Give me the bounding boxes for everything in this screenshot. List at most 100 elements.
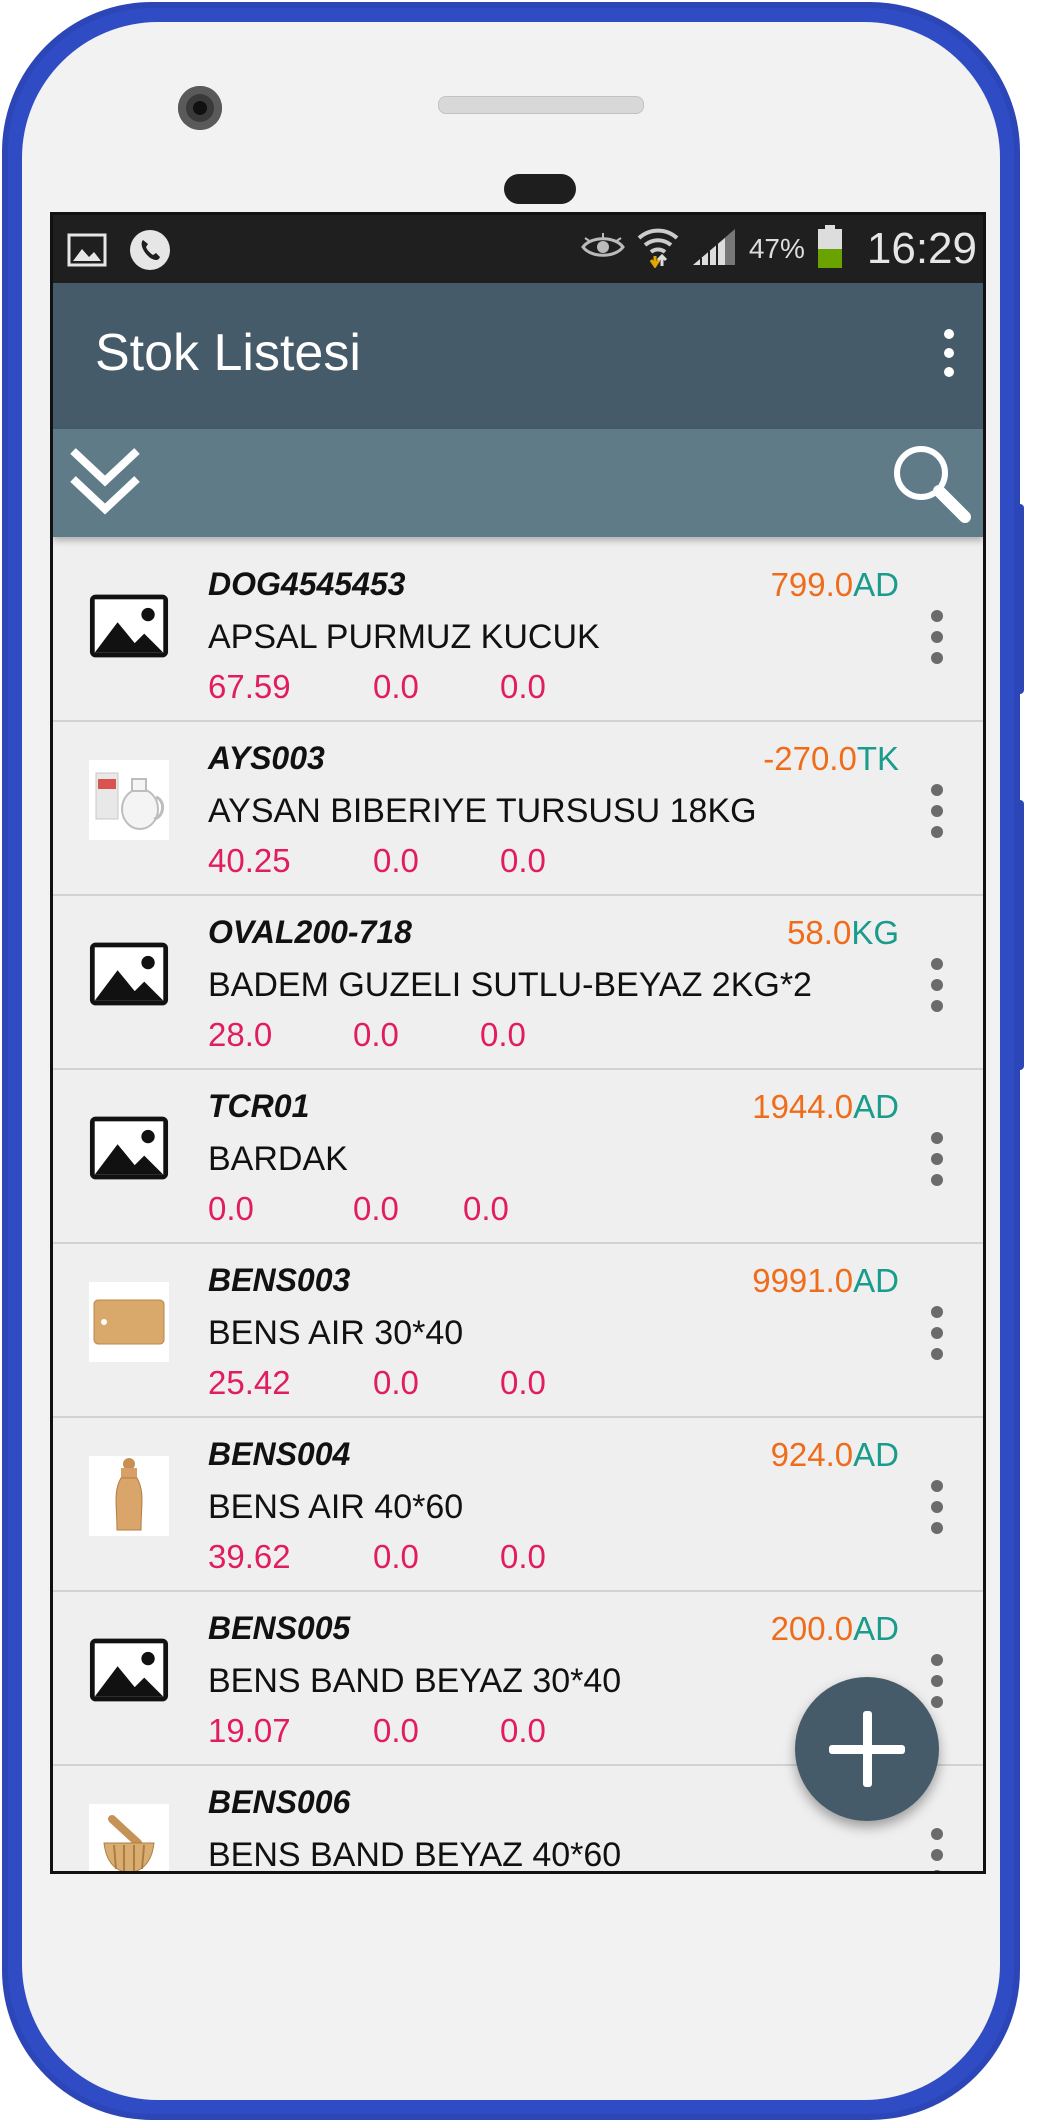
item-code: BENS004 [208, 1436, 351, 1472]
price-1: 67.59 [208, 668, 291, 705]
quantity-unit: AD [853, 1262, 899, 1299]
price-1: 28.0 [208, 1016, 273, 1053]
price-3: 0.0 [500, 668, 546, 705]
price-2: 0.0 [353, 1016, 399, 1053]
image-placeholder-icon [89, 586, 169, 666]
price-3: 0.0 [500, 1538, 546, 1575]
row-more-vert-icon[interactable] [929, 1306, 945, 1369]
price-2: 0.0 [373, 1712, 419, 1749]
price-2: 0.0 [373, 668, 419, 705]
add-icon[interactable] [795, 1677, 939, 1821]
app-screen: 47% 16:29 Stok Listesi DOG4545453 799.0AD… [50, 212, 986, 1874]
row-more-vert-icon[interactable] [929, 784, 945, 847]
quantity-value: 9991.0 [752, 1262, 854, 1299]
item-code: BENS005 [208, 1610, 351, 1646]
phone-call-icon [129, 229, 171, 276]
quantity-value: 799.0 [770, 566, 854, 603]
price-1: 19.07 [208, 1712, 291, 1749]
item-code: AYS003 [208, 740, 325, 776]
clock: 16:29 [866, 224, 977, 273]
more-vert-icon[interactable] [939, 329, 959, 389]
double-chevron-down-icon[interactable] [65, 441, 145, 526]
row-more-vert-icon[interactable] [929, 1480, 945, 1543]
signal-icon [691, 227, 737, 272]
item-quantity: 799.0AD [771, 566, 899, 604]
filter-toolbar [53, 429, 983, 537]
eye-icon [580, 232, 625, 267]
list-item[interactable]: TCR01 1944.0AD BARDAK 0.0 0.0 0.0 [53, 1070, 983, 1244]
battery-icon [817, 224, 843, 274]
price-3: 0.0 [480, 1016, 526, 1053]
item-code: DOG4545453 [208, 566, 406, 602]
row-more-vert-icon[interactable] [929, 610, 945, 673]
row-more-vert-icon[interactable] [929, 1132, 945, 1195]
battery-percent: 47% [748, 233, 805, 264]
price-2: 0.0 [353, 1190, 399, 1227]
quantity-unit: TK [856, 740, 899, 777]
product-thumbnail [89, 1804, 169, 1871]
earpiece [504, 174, 576, 204]
item-code: BENS003 [208, 1262, 351, 1298]
quantity-value: 1944.0 [752, 1088, 854, 1125]
row-more-vert-icon[interactable] [929, 1654, 945, 1717]
image-placeholder-icon [89, 1108, 169, 1188]
item-code: BENS006 [208, 1784, 351, 1820]
list-item[interactable]: OVAL200-718 58.0KG BADEM GUZELI SUTLU-BEYA… [53, 896, 983, 1070]
price-1: 40.25 [208, 842, 291, 879]
item-name: BENS BAND BEYAZ 40*60 [208, 1836, 622, 1874]
product-thumbnail [89, 1456, 169, 1536]
item-code: OVAL200-718 [208, 914, 412, 950]
quantity-unit: AD [853, 566, 899, 603]
price-3: 0.0 [463, 1190, 509, 1227]
front-camera [178, 86, 222, 130]
item-name: BENS BAND BEYAZ 30*40 [208, 1662, 622, 1700]
item-name: AYSAN BIBERIYE TURSUSU 18KG [208, 792, 757, 830]
price-1: 0.0 [208, 1190, 254, 1227]
image-placeholder-icon [89, 1630, 169, 1710]
item-quantity: 58.0KG [787, 914, 899, 952]
power-button [1014, 800, 1024, 1070]
item-quantity: 1944.0AD [752, 1088, 899, 1126]
quantity-unit: AD [853, 1088, 899, 1125]
item-quantity: 9991.0AD [752, 1262, 899, 1300]
list-item[interactable]: BENS004 924.0AD BENS AIR 40*60 39.62 0.0 0.0 [53, 1418, 983, 1592]
product-thumbnail [89, 760, 169, 840]
price-2: 0.0 [373, 1538, 419, 1575]
page-title: Stok Listesi [95, 324, 361, 382]
search-icon[interactable] [889, 441, 973, 530]
price-1: 25.42 [208, 1364, 291, 1401]
status-bar: 47% 16:29 [53, 215, 983, 283]
wifi-icon [637, 226, 679, 273]
price-3: 0.0 [500, 842, 546, 879]
item-name: BENS AIR 30*40 [208, 1314, 464, 1352]
list-item[interactable]: AYS003 -270.0TK AYSAN BIBERIYE TURSUSU 18K… [53, 722, 983, 896]
item-name: BADEM GUZELI SUTLU-BEYAZ 2KG*2 [208, 966, 812, 1004]
quantity-value: 58.0 [787, 914, 852, 951]
row-more-vert-icon[interactable] [929, 1828, 945, 1871]
app-bar: Stok Listesi [53, 283, 983, 429]
price-3: 0.0 [500, 1712, 546, 1749]
quantity-unit: KG [851, 914, 899, 951]
image-placeholder-icon [89, 934, 169, 1014]
row-more-vert-icon[interactable] [929, 958, 945, 1021]
image-icon [67, 233, 107, 272]
speaker-grille [438, 96, 644, 114]
quantity-unit: AD [853, 1436, 899, 1473]
list-item[interactable]: BENS003 9991.0AD BENS AIR 30*40 25.42 0.0 0.0 [53, 1244, 983, 1418]
volume-button [1014, 504, 1024, 694]
quantity-unit: AD [853, 1610, 899, 1647]
item-code: TCR01 [208, 1088, 310, 1124]
list-item[interactable]: DOG4545453 799.0AD APSAL PURMUZ KUCUK 67.59… [53, 548, 983, 722]
quantity-value: -270.0 [763, 740, 857, 777]
price-2: 0.0 [373, 1364, 419, 1401]
quantity-value: 200.0 [770, 1610, 854, 1647]
quantity-value: 924.0 [770, 1436, 854, 1473]
item-name: APSAL PURMUZ KUCUK [208, 618, 600, 656]
item-name: BARDAK [208, 1140, 348, 1178]
item-quantity: 200.0AD [771, 1610, 899, 1648]
product-thumbnail [89, 1282, 169, 1362]
price-3: 0.0 [500, 1364, 546, 1401]
price-1: 39.62 [208, 1538, 291, 1575]
item-name: BENS AIR 40*60 [208, 1488, 464, 1526]
price-2: 0.0 [373, 842, 419, 879]
